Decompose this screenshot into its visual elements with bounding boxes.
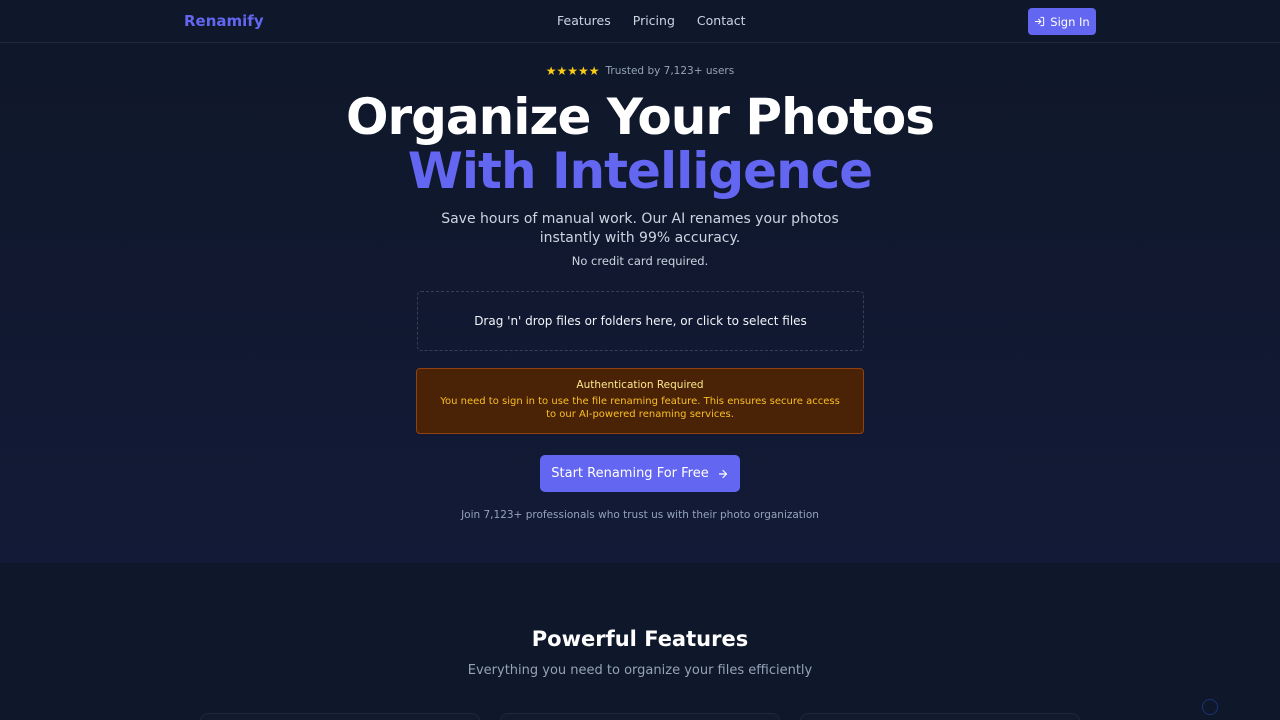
cta-label: Start Renaming For Free bbox=[551, 466, 709, 481]
no-credit-card-note: No credit card required. bbox=[571, 254, 709, 268]
sign-in-button[interactable]: Sign In bbox=[1028, 8, 1096, 35]
sign-in-label: Sign In bbox=[1050, 14, 1090, 29]
feature-card bbox=[200, 713, 480, 720]
hero-subtitle: Save hours of manual work. Our AI rename… bbox=[441, 211, 839, 246]
alert-title: Authentication Required bbox=[576, 379, 704, 391]
brand-logo[interactable]: Renamify bbox=[184, 12, 264, 30]
hero-section: ★★★★★ Trusted by 7,123+ users Organize Y… bbox=[0, 44, 1280, 563]
feature-card bbox=[800, 713, 1080, 720]
file-dropzone[interactable]: Drag 'n' drop files or folders here, or … bbox=[417, 291, 864, 351]
star-icon: ★★★★★ bbox=[545, 64, 600, 78]
auth-required-alert: Authentication Required You need to sign… bbox=[416, 368, 864, 434]
features-subtitle: Everything you need to organize your fil… bbox=[467, 663, 813, 678]
nav-links: Features Pricing Contact bbox=[557, 13, 746, 28]
features-title: Powerful Features bbox=[531, 627, 749, 651]
arrow-right-icon bbox=[718, 469, 727, 478]
start-renaming-button[interactable]: Start Renaming For Free bbox=[540, 455, 740, 492]
top-nav: Renamify Features Pricing Contact Sign I… bbox=[0, 0, 1280, 43]
dropzone-text: Drag 'n' drop files or folders here, or … bbox=[474, 314, 807, 328]
hero-title: Organize Your Photos bbox=[345, 88, 935, 146]
alert-message: You need to sign in to use the file rena… bbox=[440, 396, 840, 420]
login-icon bbox=[1035, 16, 1045, 27]
feature-card bbox=[500, 713, 780, 720]
hero-title-highlight: With Intelligence bbox=[407, 142, 873, 200]
nav-link-features[interactable]: Features bbox=[557, 13, 611, 28]
nav-link-contact[interactable]: Contact bbox=[697, 13, 746, 28]
nav-link-pricing[interactable]: Pricing bbox=[633, 13, 675, 28]
join-text: Join 7,123+ professionals who trust us w… bbox=[461, 509, 819, 521]
trusted-badge: ★★★★★ Trusted by 7,123+ users bbox=[0, 64, 1280, 78]
help-widget-icon[interactable] bbox=[1202, 699, 1218, 715]
trusted-text: Trusted by 7,123+ users bbox=[605, 65, 735, 77]
